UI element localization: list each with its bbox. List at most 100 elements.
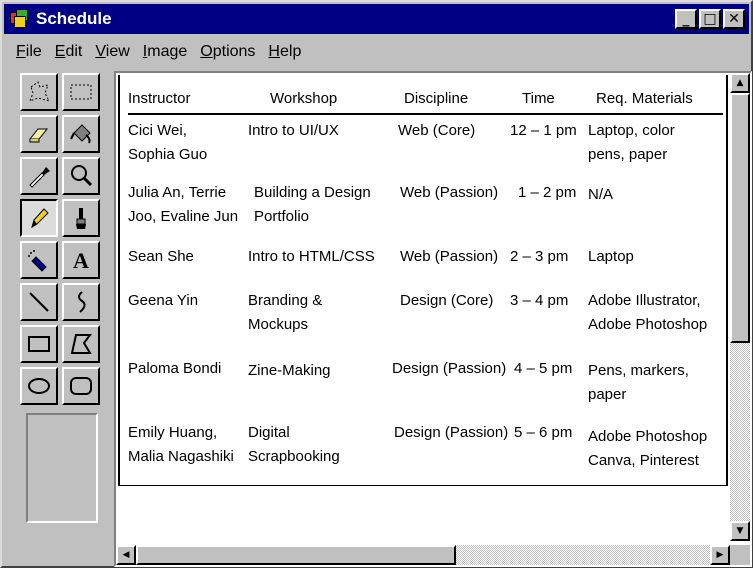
header-discipline: Discipline	[404, 90, 469, 107]
eraser-tool[interactable]	[20, 115, 58, 153]
cell-time: 1 – 2 pm	[518, 184, 577, 201]
table-row: Geena Yin Branding & Mockups Design (Core…	[128, 285, 723, 349]
cell-materials: Adobe Photoshop Canva, Pinterest	[588, 428, 708, 469]
cell-discipline: Design (Passion)	[394, 424, 509, 441]
scroll-right-button[interactable]: ▶	[710, 545, 730, 565]
paint-app-icon[interactable]	[10, 9, 30, 29]
scroll-up-button[interactable]: ▲	[730, 73, 750, 93]
cell-discipline: Web (Core)	[398, 122, 476, 139]
cell-instructor: Sean She	[128, 248, 194, 265]
pencil-icon	[31, 208, 49, 229]
free-select-icon	[29, 81, 50, 102]
pencil-tool[interactable]	[20, 199, 58, 237]
table-row: Emily Huang, Malia Nagashiki Digital Scrap…	[128, 401, 723, 469]
cell-instructor: Geena Yin	[128, 292, 199, 309]
title-bar[interactable]: Schedule _ □ ✕	[4, 4, 749, 34]
svg-text:A: A	[73, 248, 89, 273]
rectangle-icon	[28, 336, 50, 352]
vertical-scrollbar[interactable]: ▲ ▼	[730, 73, 750, 541]
cell-workshop: Branding & Mockups	[248, 292, 323, 333]
vertical-scroll-thumb[interactable]	[730, 93, 750, 343]
table-row: Paloma Bondi Zine-Making Design (Passion…	[128, 349, 723, 403]
magnifier-tool[interactable]	[62, 157, 100, 195]
cell-discipline: Design (Passion)	[392, 360, 507, 377]
scroll-down-button[interactable]: ▼	[730, 521, 750, 541]
tool-options-box[interactable]	[26, 413, 98, 523]
resize-grip[interactable]	[730, 545, 750, 565]
menu-view[interactable]: View	[95, 43, 129, 61]
table-row: Sean She Intro to HTML/CSS Web (Passion)…	[128, 237, 723, 285]
table-row: Cici Wei, Sophia Guo Intro to UI/UX Web (…	[128, 115, 723, 175]
table-row: Julia An, Terrie Joo, Evaline Jun Buildin…	[128, 175, 723, 237]
cell-time: 12 – 1 pm	[510, 122, 577, 139]
schedule-table: Instructor Workshop Discipline Time Req.…	[128, 85, 723, 469]
airbrush-icon	[28, 250, 47, 272]
table-header: Instructor Workshop Discipline Time Req.…	[128, 85, 723, 115]
cell-workshop: Digital Scrapbooking	[248, 424, 340, 465]
cell-time: 2 – 3 pm	[510, 248, 569, 265]
horizontal-scroll-thumb[interactable]	[136, 545, 456, 565]
header-materials: Req. Materials	[596, 90, 693, 107]
canvas-frame: Instructor Workshop Discipline Time Req.…	[114, 71, 752, 567]
arrow-up-icon: ▲	[736, 78, 744, 88]
menu-edit[interactable]: Edit	[55, 43, 83, 61]
cell-instructor: Cici Wei, Sophia Guo	[128, 122, 208, 163]
paint-window: Schedule _ □ ✕ File Edit View Image Opti…	[0, 0, 753, 568]
rounded-rect-tool[interactable]	[62, 367, 100, 405]
toolbox: A	[20, 73, 104, 553]
line-tool[interactable]	[20, 283, 58, 321]
ellipse-tool[interactable]	[20, 367, 58, 405]
polygon-tool[interactable]	[62, 325, 100, 363]
fill-bucket-tool[interactable]	[62, 115, 100, 153]
eraser-icon	[28, 128, 49, 143]
airbrush-tool[interactable]	[20, 241, 58, 279]
horizontal-scrollbar[interactable]: ◀ ▶	[116, 545, 730, 565]
menu-options[interactable]: Options	[200, 43, 255, 61]
scroll-left-button[interactable]: ◀	[116, 545, 136, 565]
ellipse-icon	[28, 378, 50, 394]
maximize-button[interactable]: □	[699, 9, 721, 29]
arrow-down-icon: ▼	[736, 526, 744, 536]
cell-instructor: Julia An, Terrie Joo, Evaline Jun	[128, 184, 239, 225]
free-select-tool[interactable]	[20, 73, 58, 111]
arrow-left-icon: ◀	[122, 550, 130, 560]
cell-materials: Laptop, color pens, paper	[588, 122, 675, 163]
magnifier-icon	[71, 165, 93, 187]
color-picker-tool[interactable]	[20, 157, 58, 195]
rectangle-tool[interactable]	[20, 325, 58, 363]
brush-tool[interactable]	[62, 199, 100, 237]
rect-select-tool[interactable]	[62, 73, 100, 111]
cell-instructor: Emily Huang, Malia Nagashiki	[128, 424, 234, 465]
arrow-right-icon: ▶	[716, 550, 724, 560]
fill-bucket-icon	[70, 124, 91, 144]
cell-materials: Pens, markers, paper	[588, 362, 689, 403]
window-title: Schedule	[36, 9, 112, 28]
cell-workshop: Intro to UI/UX	[248, 122, 339, 139]
menu-file[interactable]: File	[16, 43, 42, 61]
cell-time: 4 – 5 pm	[514, 360, 573, 377]
menu-help[interactable]: Help	[268, 43, 301, 61]
header-instructor: Instructor	[128, 90, 191, 107]
cell-time: 5 – 6 pm	[514, 424, 573, 441]
cell-time: 3 – 4 pm	[510, 292, 569, 309]
color-picker-icon	[29, 167, 50, 188]
cell-materials: Adobe Illustrator, Adobe Photoshop	[588, 292, 708, 333]
cell-workshop: Zine-Making	[248, 362, 331, 379]
rounded-rect-icon	[70, 377, 92, 395]
header-time: Time	[522, 90, 555, 107]
cell-workshop: Intro to HTML/CSS	[248, 248, 375, 265]
header-workshop: Workshop	[270, 90, 338, 107]
drawing-canvas[interactable]: Instructor Workshop Discipline Time Req.…	[118, 75, 730, 541]
menu-bar: File Edit View Image Options Help	[6, 39, 314, 65]
canvas-edge-bottom	[118, 485, 728, 486]
cell-materials: Laptop	[588, 248, 634, 265]
curve-tool[interactable]	[62, 283, 100, 321]
curve-icon	[78, 291, 86, 313]
brush-icon	[76, 208, 86, 229]
minimize-button[interactable]: _	[675, 9, 697, 29]
canvas-edge-right	[726, 75, 728, 485]
cell-workshop: Building a Design Portfolio	[254, 184, 371, 225]
close-button[interactable]: ✕	[723, 9, 745, 29]
menu-image[interactable]: Image	[143, 43, 187, 61]
text-tool[interactable]: A	[62, 241, 100, 279]
